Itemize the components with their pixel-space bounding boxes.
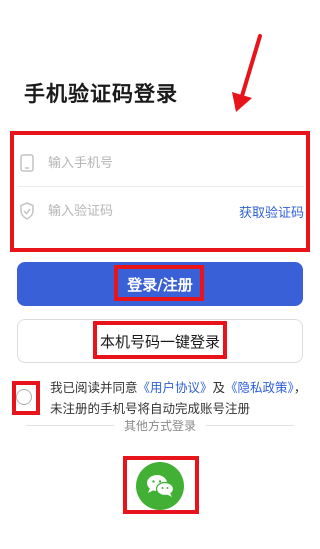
other-login-divider: 其他方式登录 [0, 417, 320, 434]
phone-row [18, 140, 304, 187]
agreement-text: 我已阅读并同意《用户协议》及《隐私政策》，未注册的手机号将自动完成账号注册 [50, 377, 312, 419]
code-row: 获取验证码 [18, 188, 304, 234]
shield-icon [18, 202, 36, 220]
annotation-arrow [232, 34, 262, 112]
get-code-button[interactable]: 获取验证码 [239, 202, 304, 221]
annotation-box-login [114, 265, 204, 301]
annotation-box-one-key [93, 321, 227, 359]
agreement-prefix: 我已阅读并同意 [50, 380, 138, 395]
code-input[interactable] [48, 203, 239, 219]
agreement-and: 及 [212, 380, 226, 395]
annotation-box-wechat [123, 456, 199, 514]
other-login-label: 其他方式登录 [123, 419, 196, 433]
phone-icon [18, 154, 36, 172]
divider-line-right [206, 425, 294, 426]
annotation-box-checkbox [12, 381, 40, 415]
divider-line-left [25, 425, 114, 426]
page-title: 手机验证码登录 [24, 82, 178, 106]
privacy-policy-link[interactable]: 《隐私政策》 [225, 380, 294, 395]
user-agreement-link[interactable]: 《用户协议》 [138, 380, 213, 395]
phone-input[interactable] [48, 155, 304, 171]
